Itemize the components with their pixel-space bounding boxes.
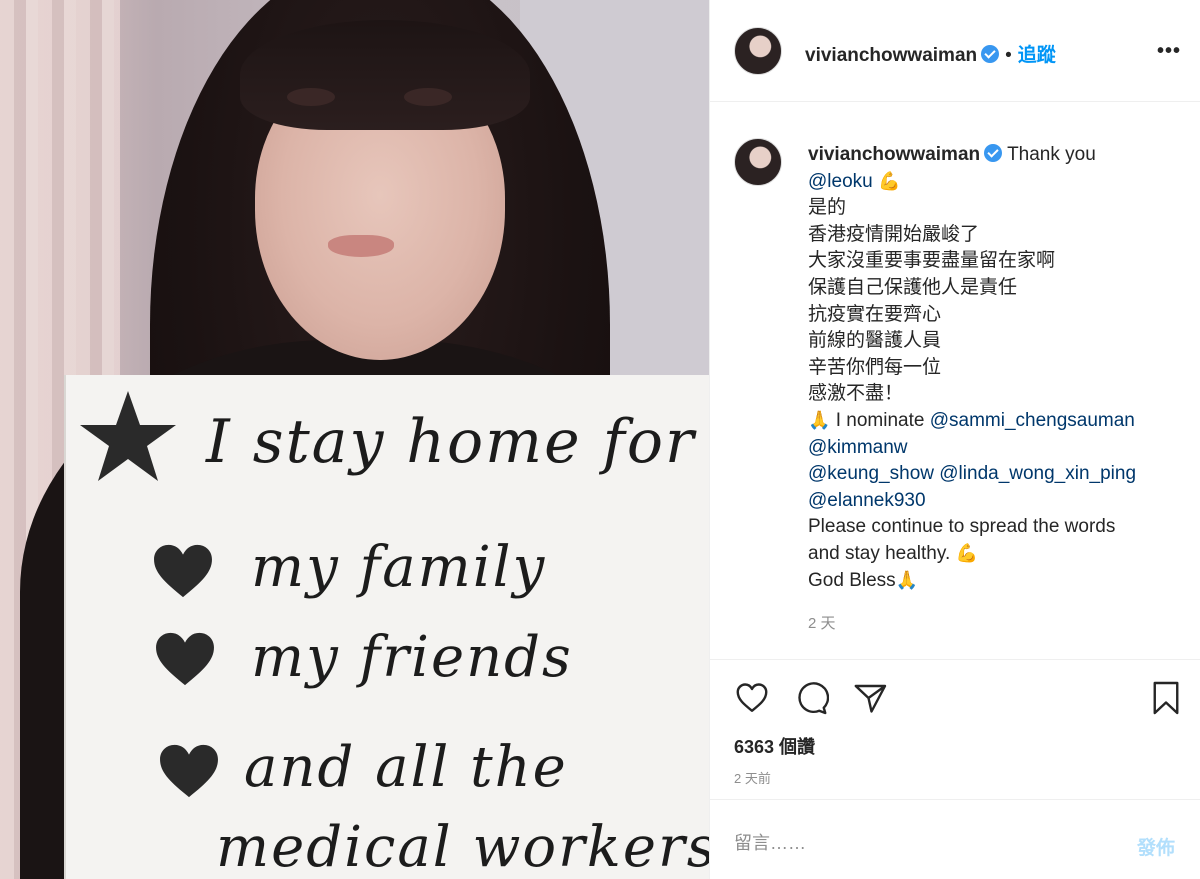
verified-badge-icon xyxy=(984,144,1003,162)
post-timestamp[interactable]: 2 天前 xyxy=(734,768,771,787)
sign-line-2: my family xyxy=(251,535,547,600)
mention-link[interactable]: @linda_wong_xin_ping xyxy=(939,463,1136,484)
mention-link[interactable]: @keung_show xyxy=(808,463,934,484)
sign-line-1: I stay home for xyxy=(206,407,696,477)
caption-line: 前線的醫護人員 xyxy=(808,330,942,352)
caption-line: 大家沒重要事要盡量留在家啊 xyxy=(808,250,1056,272)
username-link[interactable]: vivianchowwaiman xyxy=(808,144,980,165)
caption-line: @elannek930 xyxy=(808,488,1188,515)
sign-line-4: and all the xyxy=(244,735,568,800)
caption-line: 感激不盡！ xyxy=(808,383,904,405)
caption-line: 抗疫實在要齊心 xyxy=(808,303,942,325)
heart-icon[interactable] xyxy=(734,680,770,716)
like-count[interactable]: 6363 個讚 xyxy=(734,733,815,759)
post-sidebar: vivianchowwaiman • 追蹤 ••• vivianchowwaiman… xyxy=(709,0,1200,879)
action-bar: 6363 個讚 2 天前 xyxy=(710,660,1200,800)
comment-icon[interactable] xyxy=(793,680,829,716)
caption-line: God Bless🙏 xyxy=(808,568,1188,595)
caption-line: 保護自己保護他人是責任 xyxy=(808,276,1018,298)
bookmark-icon[interactable] xyxy=(1148,680,1184,716)
header-user-line: vivianchowwaiman • 追蹤 xyxy=(805,40,1056,67)
caption-line: Please continue to spread the words xyxy=(808,516,1116,538)
comment-bar: 發佈 xyxy=(710,801,1200,879)
stay-healthy-text: and stay healthy. xyxy=(808,542,951,564)
post-photo[interactable]: I stay home for my family my friends and… xyxy=(0,0,709,879)
share-icon[interactable] xyxy=(852,680,888,716)
mention-link[interactable]: @elannek930 xyxy=(808,490,926,511)
follow-button[interactable]: 追蹤 xyxy=(1018,45,1056,66)
right-eye xyxy=(404,88,452,106)
sign-line-3: my friends xyxy=(251,625,573,690)
avatar[interactable] xyxy=(734,27,782,75)
caption-line: @leoku 💪 xyxy=(808,169,1188,196)
comment-input[interactable] xyxy=(734,829,1114,857)
username-link[interactable]: vivianchowwaiman xyxy=(805,45,977,66)
lips xyxy=(328,235,394,257)
sign-line-5: medical workers xyxy=(216,815,709,879)
caption-text: vivianchowwaiman Thank you @leoku 💪 是的 香… xyxy=(808,142,1188,594)
flexed-biceps-icon: 💪 xyxy=(955,542,978,564)
mention-link[interactable]: @sammi_chengsauman xyxy=(930,410,1135,431)
caption-line: 🙏 I nominate @sammi_chengsauman xyxy=(808,408,1188,435)
flexed-biceps-icon: 💪 xyxy=(878,170,901,192)
mention-link[interactable]: @leoku xyxy=(808,171,873,192)
heart-icon xyxy=(156,632,214,686)
post-comment-button[interactable]: 發佈 xyxy=(1137,833,1175,860)
caption-line: 是的 xyxy=(808,197,847,219)
post-header: vivianchowwaiman • 追蹤 ••• xyxy=(710,0,1200,102)
avatar[interactable] xyxy=(734,138,782,186)
caption-line: and stay healthy. 💪 xyxy=(808,541,1188,568)
left-eye xyxy=(287,88,335,106)
separator-dot: • xyxy=(1005,45,1012,66)
caption-line: @kimmanw xyxy=(808,435,1188,462)
god-bless-text: God Bless xyxy=(808,569,896,591)
caption-line: @keung_show @linda_wong_xin_ping xyxy=(808,461,1188,488)
mention-link[interactable]: @kimmanw xyxy=(808,437,908,458)
nominate-text: I nominate xyxy=(835,409,925,431)
caption-first-line: vivianchowwaiman Thank you xyxy=(808,142,1188,169)
handwritten-sign: I stay home for my family my friends and… xyxy=(66,375,709,879)
caption-line: 辛苦你們每一位 xyxy=(808,356,942,378)
praying-hands-icon: 🙏 xyxy=(895,569,919,591)
more-options-icon[interactable]: ••• xyxy=(1157,40,1181,63)
star-icon xyxy=(80,391,176,481)
bangs xyxy=(240,20,530,130)
verified-badge-icon xyxy=(981,45,1000,63)
caption-timestamp[interactable]: 2 天 xyxy=(808,612,836,633)
caption-thanks: Thank you xyxy=(1007,144,1096,165)
heart-icon xyxy=(154,544,212,598)
heart-icon xyxy=(160,744,218,798)
praying-hands-icon: 🙏 xyxy=(808,409,831,431)
caption-section: vivianchowwaiman Thank you @leoku 💪 是的 香… xyxy=(710,102,1200,660)
caption-line: 香港疫情開始嚴峻了 xyxy=(808,223,980,245)
